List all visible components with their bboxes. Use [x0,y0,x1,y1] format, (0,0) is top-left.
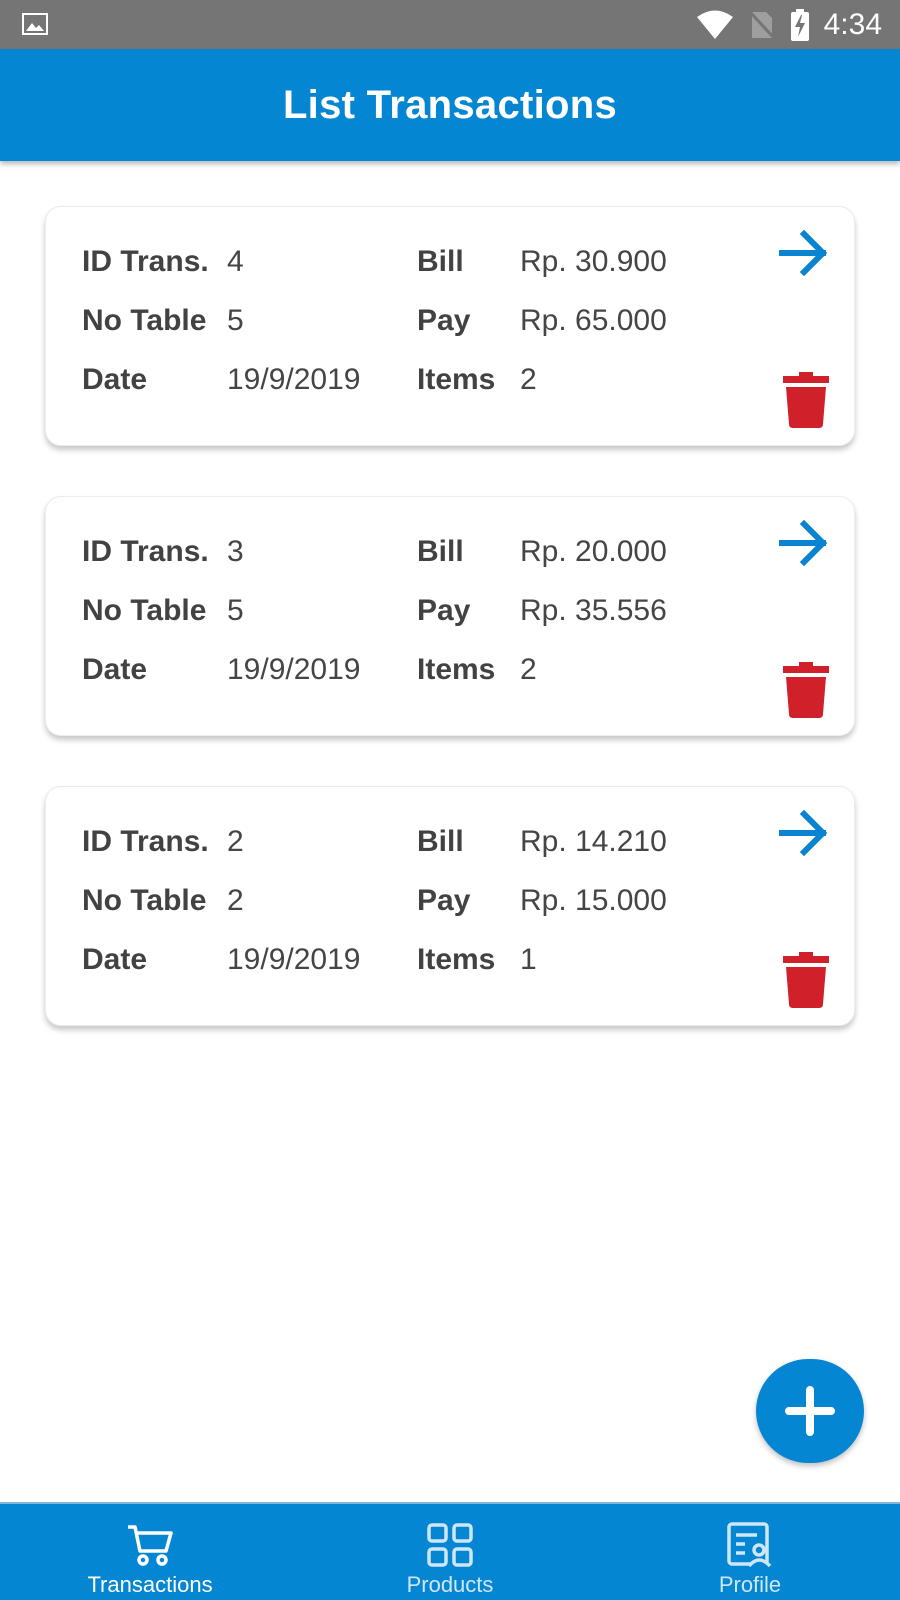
trash-icon [783,662,829,718]
pay-value: Rp. 15.000 [520,884,667,917]
id-trans-value: 3 [227,535,244,568]
bill-label: Bill [417,535,464,568]
arrow-right-icon [779,520,828,566]
bottom-navigation: Transactions Products Profile [0,1502,900,1600]
transaction-card[interactable]: ID Trans. 2 No Table 2 Date 19/9/2019 Bi… [45,786,855,1026]
pay-value: Rp. 65.000 [520,304,667,337]
nav-item-profile[interactable]: Profile [600,1504,900,1600]
items-value: 1 [520,943,537,976]
nav-label: Transactions [87,1572,213,1597]
pay-label: Pay [417,884,471,917]
id-trans-label: ID Trans. [82,825,209,858]
trash-icon [783,372,829,428]
date-value: 19/9/2019 [227,653,361,686]
no-table-value: 5 [227,304,244,337]
open-transaction-button[interactable] [778,227,830,279]
pay-value: Rp. 35.556 [520,594,667,627]
delete-transaction-button[interactable] [782,951,830,1009]
transaction-list: ID Trans. 4 No Table 5 Date 19/9/2019 Bi… [45,206,855,1076]
no-table-value: 2 [227,884,244,917]
items-value: 2 [520,653,537,686]
bill-label: Bill [417,825,464,858]
no-table-value: 5 [227,594,244,627]
battery-charging-icon [790,8,809,41]
date-label: Date [82,653,148,686]
nav-label: Profile [718,1572,782,1597]
items-label: Items [417,653,496,686]
no-sim-icon [748,10,775,39]
bill-value: Rp. 14.210 [520,825,667,858]
wifi-icon [696,10,733,39]
arrow-right-icon [779,230,828,276]
status-bar: 4:34 [0,0,900,49]
open-transaction-button[interactable] [778,807,830,859]
bill-label: Bill [417,245,464,278]
app-bar: List Transactions [0,49,900,161]
add-transaction-button[interactable] [756,1359,864,1463]
profile-icon [726,1522,774,1568]
transaction-card[interactable]: ID Trans. 4 No Table 5 Date 19/9/2019 Bi… [45,206,855,446]
date-value: 19/9/2019 [227,363,361,396]
nav-item-transactions[interactable]: Transactions [0,1504,300,1600]
bill-value: Rp. 30.900 [520,245,667,278]
id-trans-label: ID Trans. [82,535,209,568]
bill-value: Rp. 20.000 [520,535,667,568]
status-indicators: 4:34 [696,0,882,49]
delete-transaction-button[interactable] [782,371,830,429]
gallery-notification-icon [22,13,48,35]
id-trans-label: ID Trans. [82,245,209,278]
no-table-label: No Table [82,594,207,627]
grid-icon [426,1522,474,1568]
id-trans-value: 4 [227,245,244,278]
nav-item-products[interactable]: Products [300,1504,600,1600]
date-label: Date [82,943,148,976]
no-table-label: No Table [82,884,207,917]
status-time: 4:34 [823,7,882,41]
date-label: Date [82,363,148,396]
items-value: 2 [520,363,537,396]
items-label: Items [417,363,496,396]
items-label: Items [417,943,496,976]
pay-label: Pay [417,304,471,337]
id-trans-value: 2 [227,825,244,858]
nav-label: Products [406,1572,494,1597]
cart-icon [126,1522,174,1568]
trash-icon [783,952,829,1008]
open-transaction-button[interactable] [778,517,830,569]
page-title: List Transactions [282,82,618,127]
arrow-right-icon [779,810,828,856]
delete-transaction-button[interactable] [782,661,830,719]
transaction-card[interactable]: ID Trans. 3 No Table 5 Date 19/9/2019 Bi… [45,496,855,736]
pay-label: Pay [417,594,471,627]
no-table-label: No Table [82,304,207,337]
date-value: 19/9/2019 [227,943,361,976]
plus-icon [785,1386,835,1436]
